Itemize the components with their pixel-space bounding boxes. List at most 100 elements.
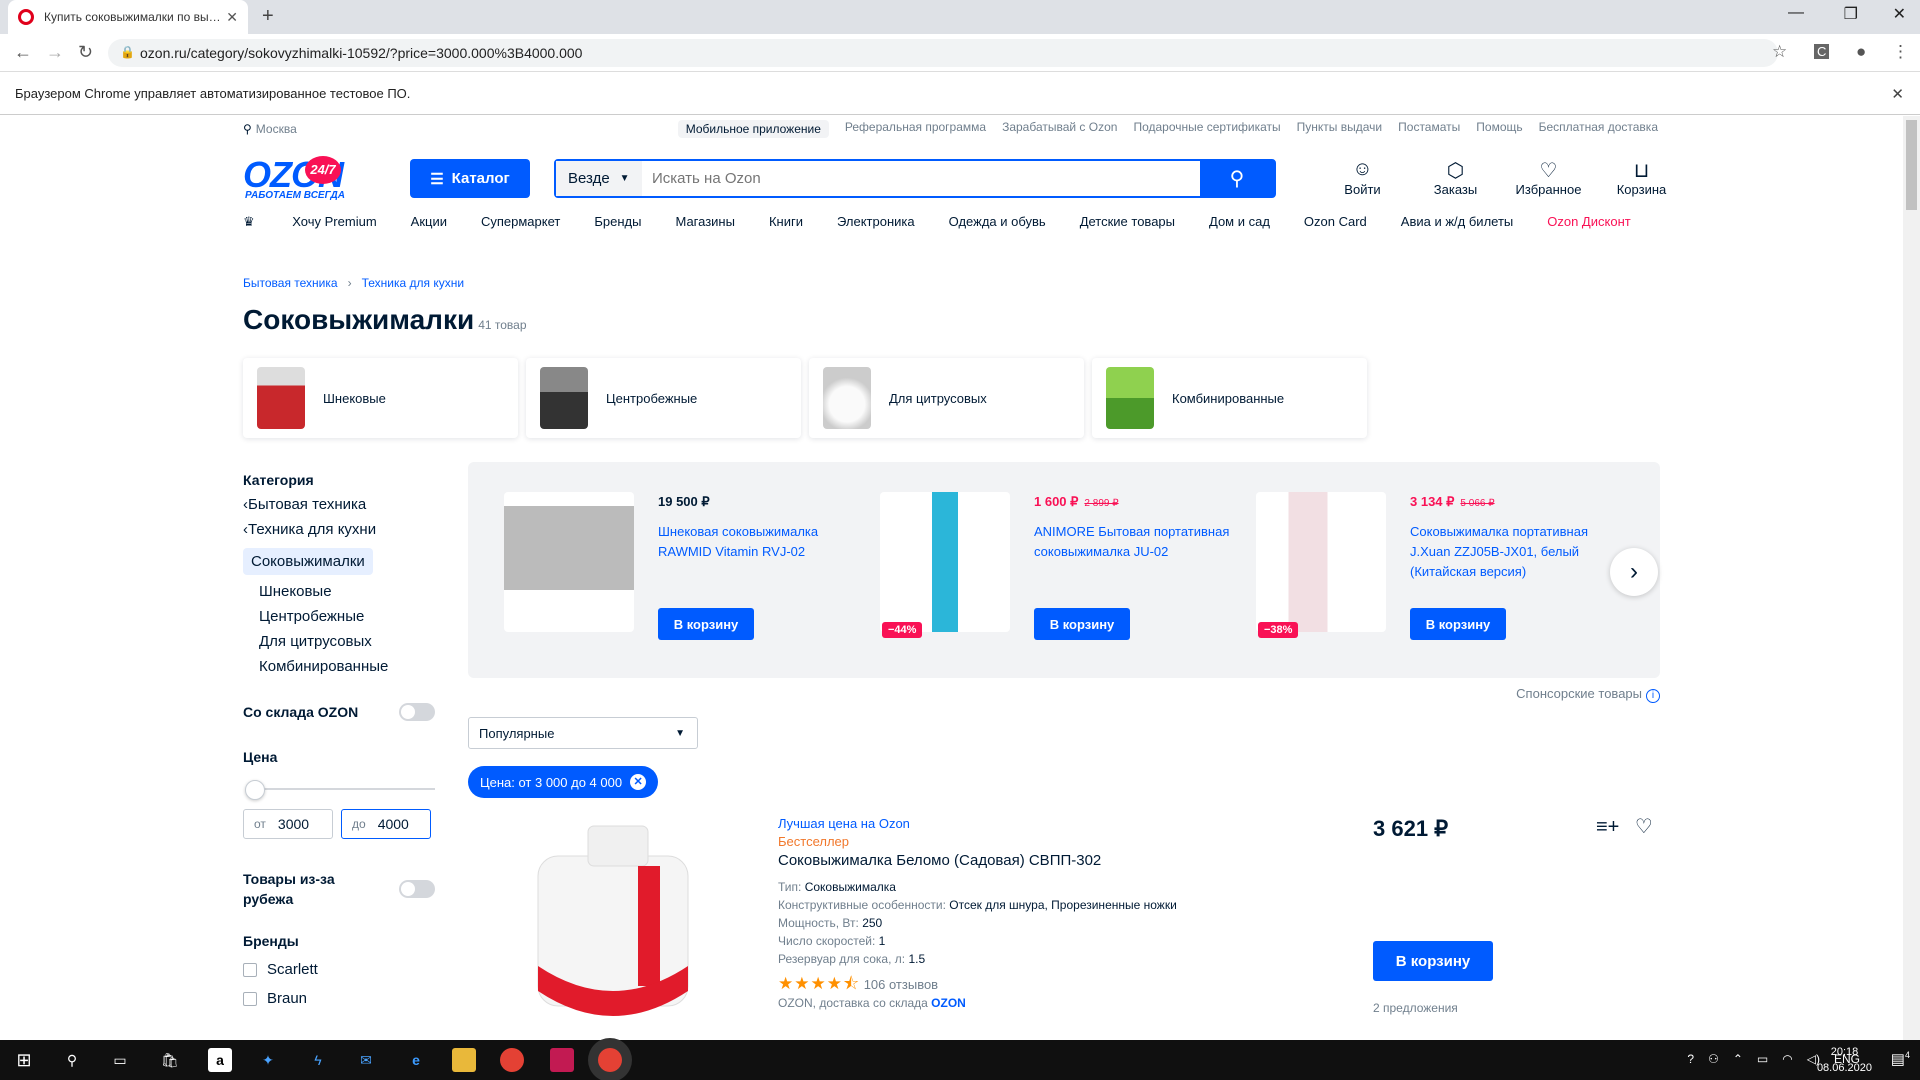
brand-scarlett-checkbox[interactable] [243,962,257,977]
close-tab-icon[interactable]: ✕ [226,9,238,26]
active-filter-chip[interactable]: Цена: от 3 000 до 4 000 ✕ [468,766,659,798]
menu-item-home[interactable]: Дом и сад [1209,214,1270,230]
top-link-postamats[interactable]: Постаматы [1398,120,1460,138]
price-slider[interactable] [243,779,435,800]
wifi-icon[interactable]: ◠ [1782,1052,1792,1066]
remove-filter-icon[interactable]: ✕ [630,774,647,790]
search-icon[interactable]: ⚲ [60,1048,84,1072]
product-name[interactable]: Соковыжималка Беломо (Садовая) СВПП-302 [778,852,1101,869]
menu-item-books[interactable]: Книги [769,214,803,230]
sidebar-sub-auger[interactable]: Шнековые [259,583,435,600]
best-price-label[interactable]: Лучшая цена на Ozon [778,816,910,831]
menu-item-electronics[interactable]: Электроника [837,214,915,230]
sort-select[interactable]: Популярные ▼ [468,717,698,749]
page-scrollbar[interactable] [1903,116,1920,1041]
dropbox-icon[interactable]: ✦ [256,1048,280,1072]
cart-button[interactable]: ⊔ Корзина [1595,158,1688,197]
menu-item-ozon-card[interactable]: Ozon Card [1304,214,1367,230]
top-link-mobile-app[interactable]: Мобильное приложение [677,120,829,138]
file-explorer-icon[interactable] [452,1048,476,1072]
login-button[interactable]: ☺ Войти [1316,158,1409,197]
menu-item-premium[interactable]: ♛ Хочу Premium [243,214,377,230]
forward-icon[interactable]: → [46,42,64,63]
breadcrumb-appliances[interactable]: Бытовая техника [243,276,338,290]
abroad-toggle[interactable] [399,880,435,898]
top-link-help[interactable]: Помощь [1476,120,1522,138]
sidebar-sub-centrifugal[interactable]: Центробежные [259,608,435,625]
subcat-centrifugal[interactable]: Центробежные [526,358,801,438]
windows-start-icon[interactable]: ⊞ [12,1048,36,1072]
menu-dots-icon[interactable]: ⋮ [1892,42,1909,62]
top-link-gift-cards[interactable]: Подарочные сертификаты [1133,120,1280,138]
menu-item-sales[interactable]: Акции [411,214,447,230]
edge-icon[interactable]: e [404,1048,428,1072]
top-link-free-delivery[interactable]: Бесплатная доставка [1539,120,1658,138]
close-window-icon[interactable]: ✕ [1893,4,1906,24]
minimize-icon[interactable]: — [1788,4,1804,22]
people-icon[interactable]: ⚇ [1708,1052,1719,1066]
top-link-earn[interactable]: Зарабатывай с Ozon [1002,120,1117,138]
maximize-icon[interactable]: ❐ [1844,4,1858,24]
back-icon[interactable]: ← [14,42,32,63]
sidebar-sub-combined[interactable]: Комбинированные [259,658,435,675]
help-icon[interactable]: ? [1687,1052,1694,1066]
brand-scarlett[interactable]: Scarlett [243,961,435,978]
price-to-field[interactable]: до 4000 [341,809,431,839]
brand-braun[interactable]: Braun [243,990,435,1007]
favorites-button[interactable]: ♡ Избранное [1502,158,1595,197]
subcat-combined[interactable]: Комбинированные [1092,358,1367,438]
menu-item-brands[interactable]: Бренды [594,214,641,230]
sidebar-back-appliances[interactable]: ‹Бытовая техника [243,496,435,513]
battery-icon[interactable]: ▭ [1757,1052,1768,1066]
sidebar-active-category[interactable]: Соковыжималки [243,548,373,575]
store-icon[interactable]: 🛍 [158,1048,182,1072]
address-bar[interactable]: 🔒 ozon.ru/category/sokovyzhimalki-10592/… [108,39,1778,67]
menu-item-shops[interactable]: Магазины [675,214,735,230]
search-input[interactable] [642,161,1200,196]
price-from-field[interactable]: от 3000 [243,809,333,839]
promo-cart-button[interactable]: В корзину [1034,608,1130,640]
search-scope-select[interactable]: Везде ▼ [556,161,642,196]
ozon-logo[interactable]: OZON 24/7 РАБОТАЕМ ВСЕГДА [243,154,373,201]
breadcrumb-kitchen[interactable]: Техника для кухни [362,276,464,290]
powershell-icon[interactable]: ϟ [306,1048,330,1072]
scrollbar-thumb[interactable] [1906,120,1917,210]
menu-item-clothes[interactable]: Одежда и обувь [949,214,1046,230]
sidebar-sub-citrus[interactable]: Для цитрусовых [259,633,435,650]
favorite-heart-icon[interactable]: ♡ [1635,816,1653,838]
profile-icon[interactable]: ● [1856,42,1866,62]
sidebar-back-kitchen[interactable]: ‹Техника для кухни [243,521,435,538]
promo-cart-button[interactable]: В корзину [658,608,754,640]
menu-item-tickets[interactable]: Авиа и ж/д билеты [1401,214,1513,230]
orders-button[interactable]: ⬡ Заказы [1409,158,1502,197]
amazon-icon[interactable]: a [208,1048,232,1072]
brand-braun-checkbox[interactable] [243,991,257,1006]
infobar-close-icon[interactable]: ✕ [1891,85,1904,103]
mail-icon[interactable]: ✉ [354,1048,378,1072]
ozon-stock-toggle[interactable] [399,703,435,721]
new-tab-icon[interactable]: + [262,5,274,28]
product-image[interactable] [518,816,718,1041]
browser-tab[interactable]: Купить соковыжималки по вы… ✕ [8,0,248,34]
intellij-icon[interactable] [550,1048,574,1072]
menu-item-supermarket[interactable]: Супермаркет [481,214,560,230]
top-link-referral[interactable]: Реферальная программа [845,120,986,138]
bookmark-star-icon[interactable]: ☆ [1772,42,1787,62]
promo-name[interactable]: Шнековая соковыжималка RAWMID Vitamin RV… [658,522,868,562]
add-to-cart-button[interactable]: В корзину [1373,941,1493,981]
top-link-pickup[interactable]: Пункты выдачи [1297,120,1382,138]
chrome-active-icon[interactable] [598,1048,622,1072]
extension-icon[interactable]: C [1814,44,1830,59]
promo-image[interactable] [504,492,634,632]
task-view-icon[interactable]: ▭ [108,1048,132,1072]
offers-count[interactable]: 2 предложения [1373,1001,1458,1015]
carousel-next-button[interactable]: › [1610,548,1658,596]
city-selector[interactable]: ⚲ Москва [243,122,297,136]
clock[interactable]: 20:18 08.06.2020 [1817,1044,1872,1076]
subcat-citrus[interactable]: Для цитрусовых [809,358,1084,438]
subcat-auger[interactable]: Шнековые [243,358,518,438]
search-button[interactable]: ⚲ [1200,161,1274,196]
promo-image[interactable] [880,492,1010,632]
catalog-button[interactable]: ☰ Каталог [410,159,530,198]
promo-name[interactable]: Соковыжималка портативная J.Xuan ZZJ05B-… [1410,522,1620,582]
